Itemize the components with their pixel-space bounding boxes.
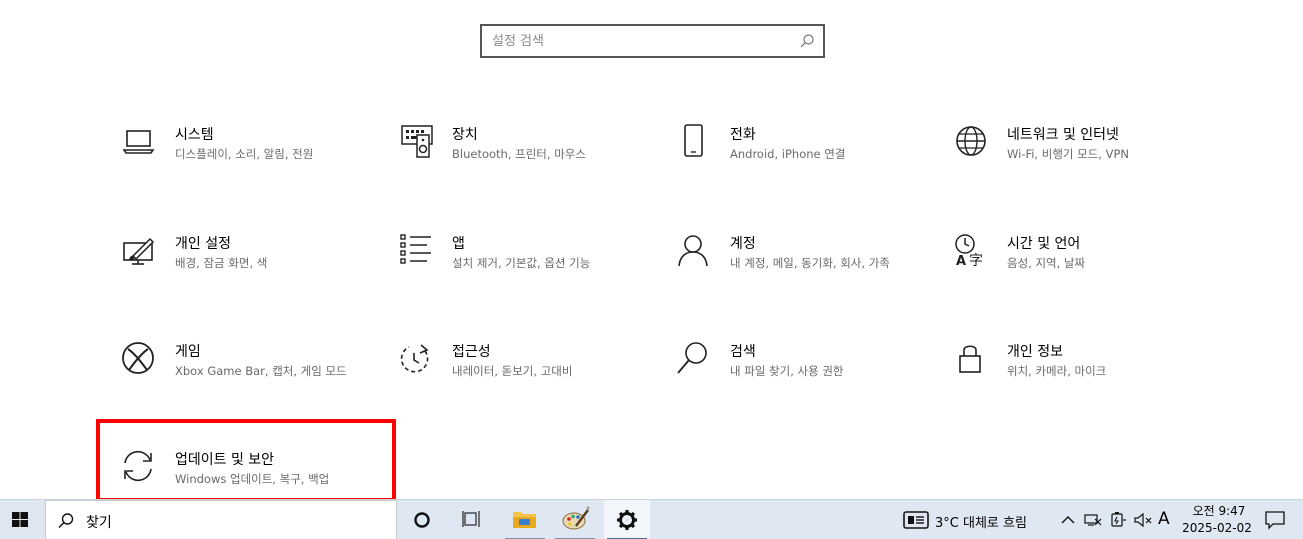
globe-icon — [956, 126, 986, 156]
weather-text[interactable]: 3°C 대체로 흐림 — [935, 512, 1027, 531]
windows-logo-icon — [12, 512, 28, 527]
paint-palette-icon — [562, 506, 590, 530]
time-language-icon: A 字 — [955, 234, 983, 269]
lock-icon — [959, 345, 981, 373]
tile-title: 검색 — [730, 344, 756, 360]
tile-description: 배경, 잠금 화면, 색 — [175, 256, 268, 270]
app-list-icon — [400, 234, 431, 264]
laptop-icon — [122, 130, 155, 154]
tile-devices[interactable]: 장치 Bluetooth, 프린터, 마우스 — [397, 124, 647, 194]
person-icon — [678, 235, 708, 267]
tile-privacy[interactable]: 개인 정보 위치, 카메라, 마이크 — [952, 341, 1202, 411]
settings-search-box[interactable] — [480, 24, 825, 58]
tile-system[interactable]: 시스템 디스플레이, 소리, 알림, 전원 — [120, 124, 370, 194]
tile-title: 접근성 — [452, 344, 491, 360]
input-language-indicator[interactable]: A — [1158, 509, 1170, 529]
tile-description: Android, iPhone 연결 — [730, 147, 846, 161]
notification-center-icon[interactable] — [1264, 509, 1286, 531]
taskbar-search[interactable]: 찾기 — [45, 500, 397, 539]
cortana-button[interactable] — [399, 500, 445, 539]
settings-taskbar-button[interactable] — [604, 500, 650, 539]
tile-gaming[interactable]: 게임 Xbox Game Bar, 캡처, 게임 모드 — [120, 341, 370, 411]
paint-monitor-icon — [123, 237, 155, 265]
tile-description: 위치, 카메라, 마이크 — [1007, 364, 1107, 378]
tile-time-language[interactable]: A 字 시간 및 언어 음성, 지역, 날짜 — [952, 233, 1202, 303]
tile-search[interactable]: 검색 내 파일 찾기, 사용 권한 — [675, 341, 925, 411]
tile-title: 시간 및 언어 — [1007, 236, 1081, 252]
weather-news-icon[interactable] — [903, 510, 929, 530]
taskbar: 찾기 3°C 대체로 흐림 A 오전 9:47 2025-02-02 — [0, 499, 1303, 539]
tile-title: 게임 — [175, 344, 201, 360]
tile-title: 개인 정보 — [1007, 344, 1063, 360]
search-icon[interactable] — [799, 33, 815, 49]
clock-time[interactable]: 오전 9:47 — [1190, 502, 1248, 519]
tile-accounts[interactable]: 계정 내 계정, 메일, 동기화, 회사, 가족 — [675, 233, 925, 303]
tile-description: 설치 제거, 기본값, 옵션 기능 — [452, 256, 591, 270]
cortana-icon — [414, 512, 430, 528]
tile-personalization[interactable]: 개인 설정 배경, 잠금 화면, 색 — [120, 233, 370, 303]
settings-search-input[interactable] — [492, 31, 792, 51]
tile-title: 앱 — [452, 236, 465, 252]
volume-muted-icon[interactable] — [1133, 510, 1153, 530]
tile-description: Bluetooth, 프린터, 마우스 — [452, 147, 586, 161]
tile-title: 계정 — [730, 236, 756, 252]
search-icon — [58, 513, 74, 529]
highlight-box — [96, 419, 396, 502]
tile-description: 내 계정, 메일, 동기화, 회사, 가족 — [730, 256, 890, 270]
tile-title: 시스템 — [175, 127, 214, 143]
tile-title: 네트워크 및 인터넷 — [1007, 127, 1119, 143]
svg-text:A: A — [956, 254, 966, 269]
tile-description: Wi-Fi, 비행기 모드, VPN — [1007, 147, 1130, 161]
chevron-up-icon[interactable] — [1058, 510, 1078, 530]
network-disconnected-icon[interactable] — [1083, 510, 1103, 530]
tile-title: 개인 설정 — [175, 236, 231, 252]
taskbar-search-text: 찾기 — [86, 515, 112, 531]
tile-description: 내레이터, 돋보기, 고대비 — [452, 364, 573, 378]
clock-date[interactable]: 2025-02-02 — [1181, 521, 1253, 535]
file-explorer-button[interactable] — [502, 500, 548, 539]
tile-network[interactable]: 네트워크 및 인터넷 Wi-Fi, 비행기 모드, VPN — [952, 124, 1202, 194]
gear-icon — [617, 510, 637, 530]
task-view-icon — [462, 511, 480, 527]
start-button[interactable] — [0, 500, 44, 539]
tile-title: 전화 — [730, 127, 756, 143]
tile-title: 장치 — [452, 127, 478, 143]
tile-apps[interactable]: 앱 설치 제거, 기본값, 옵션 기능 — [397, 233, 647, 303]
tile-description: Xbox Game Bar, 캡처, 게임 모드 — [175, 364, 347, 378]
tile-accessibility[interactable]: 접근성 내레이터, 돋보기, 고대비 — [397, 341, 647, 411]
tile-phone[interactable]: 전화 Android, iPhone 연결 — [675, 124, 925, 194]
accessibility-icon — [400, 344, 429, 373]
settings-window: 시스템 디스플레이, 소리, 알림, 전원 장치 Bluetooth, 프린터,… — [0, 0, 1303, 539]
phone-icon — [684, 124, 703, 157]
svg-text:字: 字 — [969, 253, 983, 269]
battery-plug-icon[interactable] — [1108, 510, 1128, 530]
tile-description: 디스플레이, 소리, 알림, 전원 — [175, 147, 314, 161]
keyboard-speaker-icon — [401, 125, 433, 158]
tile-description: 내 파일 찾기, 사용 권한 — [730, 364, 844, 378]
magnifier-icon — [677, 342, 707, 374]
folder-icon — [513, 512, 536, 528]
tile-description: 음성, 지역, 날짜 — [1007, 256, 1086, 270]
paint-button[interactable] — [552, 500, 598, 539]
task-view-button[interactable] — [449, 500, 495, 539]
xbox-icon — [122, 342, 154, 374]
